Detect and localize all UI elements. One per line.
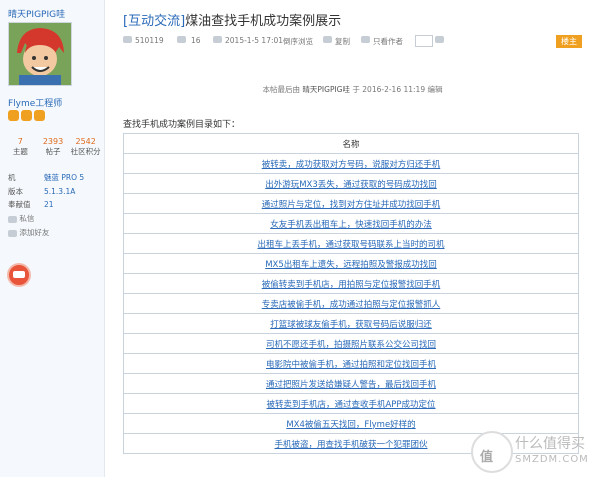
stat-value: 2393 — [42, 137, 64, 146]
case-link[interactable]: 女友手机丢出租车上，快速找回手机的办法 — [270, 220, 432, 230]
medal-icon — [34, 110, 45, 121]
reverse-view-link[interactable]: 倒序浏览 — [283, 36, 313, 47]
table-row: 打篮球被球友偷手机，获取号码后说服归还 — [123, 313, 579, 334]
table-row: 通过照片与定位，找到对方住址并成功找回手机 — [123, 193, 579, 214]
edit-note-suffix: 于 2016-2-16 11:19 编辑 — [352, 85, 443, 94]
envelope-icon — [8, 215, 17, 223]
case-link[interactable]: 出外游玩MX3丢失，通过获取的号码成功找回 — [265, 180, 437, 190]
table-row: 电影院中被偷手机，通过拍照和定位找回手机 — [123, 353, 579, 374]
stat-points[interactable]: 2542 社区积分 — [69, 137, 102, 157]
case-link[interactable]: 出租车上丢手机，通过获取号码联系上当时的司机 — [257, 240, 444, 250]
owner-badge: 楼主 — [556, 35, 582, 48]
case-link[interactable]: 手机被盗，用查找手机破获一个犯罪团伙 — [274, 440, 427, 450]
case-link[interactable]: 司机不愿还手机，拍摄照片联系公交公司找回 — [266, 340, 436, 350]
stat-value: 7 — [17, 137, 23, 146]
info-value: 5.1.3.1A — [44, 187, 76, 196]
watermark-title: 什么值得买 — [515, 436, 585, 452]
smzdm-watermark: 值 什么值得买 SMZDM.COM — [471, 429, 596, 473]
case-link[interactable]: 被转卖，成功获取对方号码，说服对方归还手机 — [262, 160, 441, 170]
table-row: MX5出租车上遗失，远程拍照及警报成功找回 — [123, 253, 579, 274]
stat-posts[interactable]: 2393 帖子 — [37, 137, 70, 157]
level-badge-icon — [7, 263, 31, 287]
case-link[interactable]: MX5出租车上遗失，远程拍照及警报成功找回 — [265, 260, 437, 270]
author-rank[interactable]: Flyme工程师 — [8, 96, 62, 109]
cases-table: 名称 被转卖，成功获取对方号码，说服对方归还手机 出外游玩MX3丢失，通过获取的… — [123, 133, 579, 454]
table-row: 被转卖到手机店，通过查收手机APP成功定位 — [123, 393, 579, 414]
info-key: 机 — [8, 173, 16, 182]
table-row: 被转卖，成功获取对方号码，说服对方归还手机 — [123, 153, 579, 174]
stat-label: 帖子 — [45, 147, 61, 156]
table-row: 出租车上丢手机，通过获取号码联系上当时的司机 — [123, 233, 579, 254]
stat-value: 2542 — [75, 137, 96, 146]
table-row: 女友手机丢出租车上，快速找回手机的办法 — [123, 213, 579, 234]
info-key: 奉献值 — [8, 200, 31, 209]
post-main: [互动交流]煤油查找手机成功案例展示 510119 16 2015-1-5 17… — [105, 0, 600, 477]
box-icon[interactable] — [415, 35, 433, 47]
case-link[interactable]: 通过照片与定位，找到对方住址并成功找回手机 — [262, 200, 441, 210]
add-friend-label: 添加好友 — [19, 228, 50, 237]
medal-icon — [21, 110, 32, 121]
category-link[interactable]: [互动交流] — [123, 14, 185, 29]
message-label: 私信 — [19, 214, 35, 223]
author-sidebar: 晴天PIGPIG哇 Flyme工程师 7 主题 2393 帖子 2542 社区积… — [0, 0, 105, 477]
info-value: 21 — [44, 200, 54, 209]
author-username[interactable]: 晴天PIGPIG哇 — [8, 7, 65, 20]
stat-label: 主题 — [12, 147, 28, 156]
post-date: 2015-1-5 17:01 — [225, 36, 284, 45]
info-value: 魅蓝 PRO 5 — [44, 173, 85, 182]
stat-threads[interactable]: 7 主题 — [4, 137, 37, 157]
case-link[interactable]: 电影院中被偷手机，通过拍照和定位找回手机 — [266, 360, 436, 370]
info-version: 版本 5.1.3.1A — [8, 186, 75, 197]
edit-note: 本帖最后由 晴天PIGPIG哇 于 2016-2-16 11:19 编辑 — [105, 84, 600, 95]
author-stats: 7 主题 2393 帖子 2542 社区积分 — [4, 137, 102, 157]
intro-text: 查找手机成功案例目录如下： — [123, 120, 241, 130]
replies-count: 16 — [191, 36, 201, 45]
table-row: 专卖店被偷手机，成功通过拍照与定位报警抓人 — [123, 293, 579, 314]
message-link[interactable]: 私信 — [8, 213, 34, 224]
copy-link[interactable]: 复制 — [335, 36, 350, 47]
page-title: [互动交流]煤油查找手机成功案例展示 — [123, 10, 341, 29]
edit-note-name: 晴天PIGPIG哇 — [302, 85, 350, 94]
table-row: 通过把照片发送给嫌疑人警告，最后找回手机 — [123, 373, 579, 394]
logo-letter: 值 — [480, 450, 494, 465]
edit-note-prefix: 本帖最后由 — [262, 85, 301, 94]
author-badges — [8, 110, 45, 121]
case-link[interactable]: 被转卖到手机店，通过查收手机APP成功定位 — [266, 400, 435, 410]
author-only-link[interactable]: 只看作者 — [373, 36, 403, 47]
info-key: 版本 — [8, 187, 23, 196]
views-count: 510119 — [135, 36, 164, 45]
case-link[interactable]: 通过把照片发送给嫌疑人警告，最后找回手机 — [266, 380, 436, 390]
table-row: 出外游玩MX3丢失，通过获取的号码成功找回 — [123, 173, 579, 194]
table-header: 名称 — [123, 133, 579, 154]
case-link[interactable]: MX4被偷五天找回，Flyme好样的 — [286, 420, 415, 430]
table-row: 司机不愿还手机，拍摄照片联系公交公司找回 — [123, 333, 579, 354]
add-friend-link[interactable]: 添加好友 — [8, 227, 49, 238]
table-row: 被偷转卖到手机店，用拍照与定位报警找回手机 — [123, 273, 579, 294]
info-contribution: 奉献值 21 — [8, 199, 54, 210]
table-header-row: 名称 — [123, 133, 579, 154]
watermark-domain: SMZDM.COM — [515, 454, 589, 465]
avatar[interactable] — [8, 22, 72, 86]
case-link[interactable]: 打篮球被球友偷手机，获取号码后说服归还 — [270, 320, 432, 330]
add-user-icon — [8, 229, 17, 237]
case-link[interactable]: 专卖店被偷手机，成功通过拍照与定位报警抓人 — [262, 300, 441, 310]
info-device: 机 魅蓝 PRO 5 — [8, 172, 84, 183]
title-text: 煤油查找手机成功案例展示 — [185, 14, 342, 29]
case-link[interactable]: 被偷转卖到手机店，用拍照与定位报警找回手机 — [262, 280, 441, 290]
medal-icon — [8, 110, 19, 121]
smzdm-logo-icon: 值 — [471, 431, 513, 473]
stat-label: 社区积分 — [70, 147, 101, 156]
